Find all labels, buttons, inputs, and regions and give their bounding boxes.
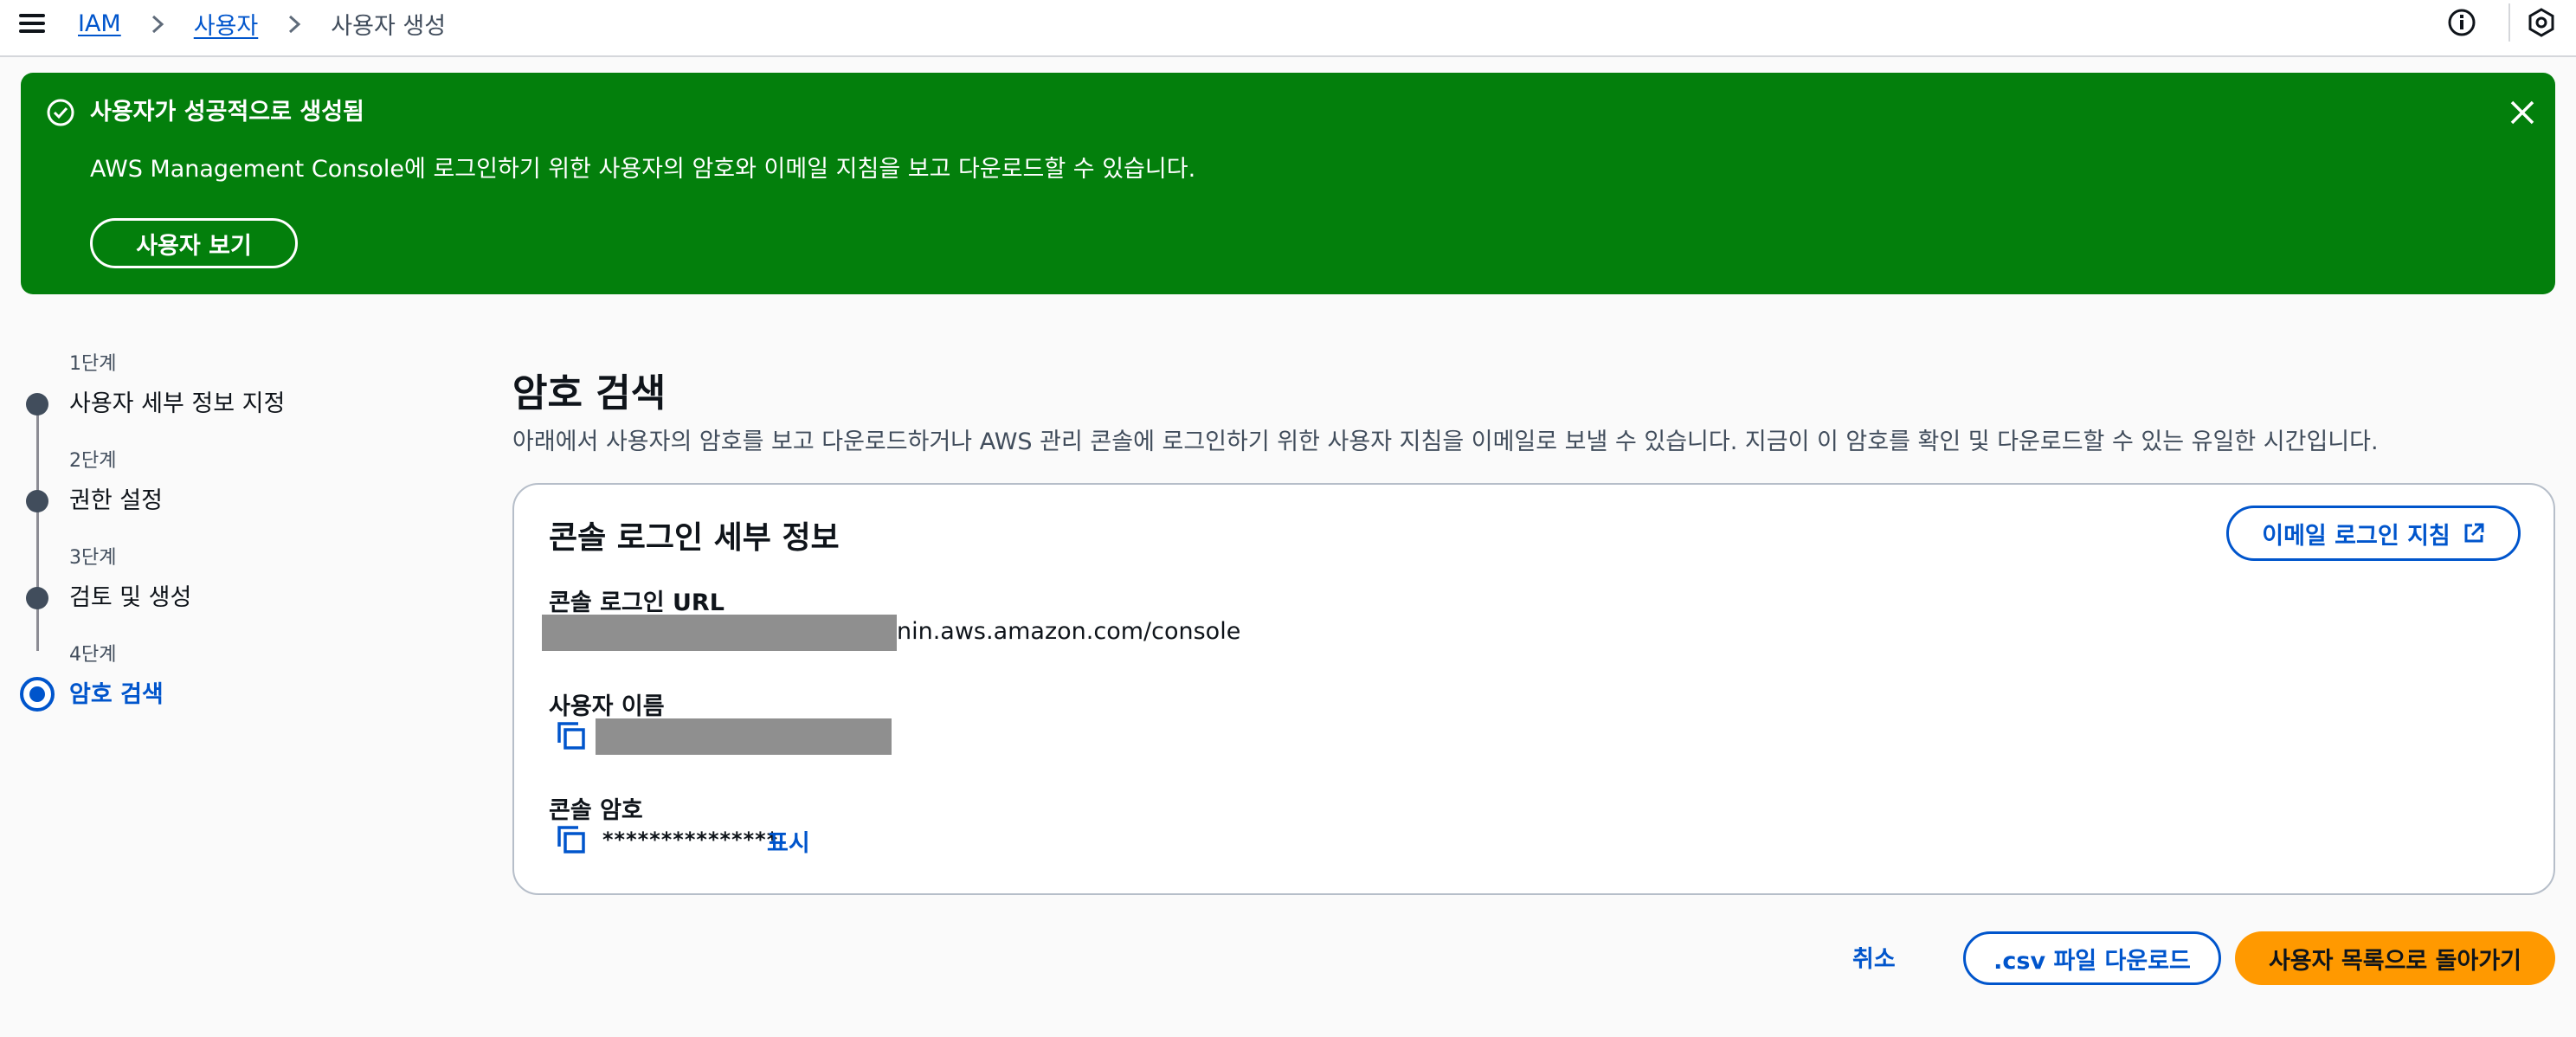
step-4: 4단계 암호 검색: [20, 639, 473, 725]
step-number: 4단계: [69, 644, 117, 666]
return-to-users-button[interactable]: 사용자 목록으로 돌아가기: [2235, 931, 2555, 985]
copy-icon[interactable]: [556, 720, 587, 751]
cancel-button[interactable]: 취소: [1852, 940, 1896, 974]
username-label: 사용자 이름: [549, 693, 665, 720]
console-signin-details-container: 콘솔 로그인 세부 정보 이메일 로그인 지침 콘솔 로그인 URL nin.a…: [512, 483, 2555, 895]
page-description: 아래에서 사용자의 암호를 보고 다운로드하거나 AWS 관리 콘솔에 로그인하…: [512, 428, 2379, 455]
email-signin-instructions-button[interactable]: 이메일 로그인 지침: [2226, 506, 2521, 561]
toolbar-divider: [2508, 3, 2510, 42]
step-label: 검토 및 생성: [69, 584, 192, 611]
step-label: 권한 설정: [69, 487, 163, 514]
redacted-url-prefix: [542, 615, 897, 651]
show-password-link[interactable]: 표시: [767, 824, 810, 858]
external-link-icon: [2464, 523, 2484, 543]
step-number: 1단계: [69, 353, 117, 375]
step-indicator: [26, 490, 48, 512]
breadcrumb-create-user: 사용자 생성: [331, 13, 447, 40]
step-label: 사용자 세부 정보 지정: [69, 390, 286, 417]
step-label: 암호 검색: [69, 681, 164, 708]
page-title: 암호 검색: [512, 371, 667, 415]
flash-title: 사용자가 성공적으로 생성됨: [90, 99, 364, 126]
step-indicator: [26, 393, 48, 415]
chevron-right-icon: [289, 15, 301, 33]
signin-url-value[interactable]: nin.aws.amazon.com/console: [897, 618, 1240, 645]
email-button-label: 이메일 로그인 지침: [2262, 522, 2450, 550]
breadcrumb-users[interactable]: 사용자: [194, 7, 259, 41]
close-icon[interactable]: [2508, 99, 2536, 126]
wizard-steps: 1단계 사용자 세부 정보 지정 2단계 권한 설정 3단계 검토 및 생성 4…: [0, 338, 485, 736]
step-2: 2단계 권한 설정: [23, 445, 473, 531]
view-user-button[interactable]: 사용자 보기: [90, 218, 298, 268]
flash-message: AWS Management Console에 로그인하기 위한 사용자의 암호…: [90, 156, 1196, 183]
success-flashbar: 사용자가 성공적으로 생성됨 AWS Management Console에 로…: [21, 73, 2555, 294]
password-label: 콘솔 암호: [549, 797, 643, 824]
top-navigation: IAM 사용자 사용자 생성: [0, 0, 2576, 57]
copy-icon[interactable]: [556, 824, 587, 855]
menu-icon[interactable]: [19, 10, 45, 36]
notifications-icon[interactable]: [2526, 7, 2557, 38]
breadcrumb: IAM 사용자 사용자 생성: [78, 7, 446, 41]
chevron-right-icon: [151, 15, 164, 33]
step-1: 1단계 사용자 세부 정보 지정: [23, 348, 473, 435]
step-3: 3단계 검토 및 생성: [23, 542, 473, 628]
step-number: 2단계: [69, 450, 117, 472]
container-title: 콘솔 로그인 세부 정보: [549, 520, 840, 556]
success-check-icon: [47, 99, 74, 126]
signin-url-label: 콘솔 로그인 URL: [549, 589, 724, 616]
info-icon[interactable]: [2446, 7, 2477, 38]
download-csv-button[interactable]: .csv 파일 다운로드: [1963, 931, 2221, 985]
breadcrumb-iam[interactable]: IAM: [78, 10, 121, 37]
step-indicator: [26, 587, 48, 609]
redacted-username: [596, 718, 892, 755]
step-indicator-active: [20, 677, 55, 712]
step-number: 3단계: [69, 547, 117, 569]
password-mask: ***************: [602, 828, 779, 852]
